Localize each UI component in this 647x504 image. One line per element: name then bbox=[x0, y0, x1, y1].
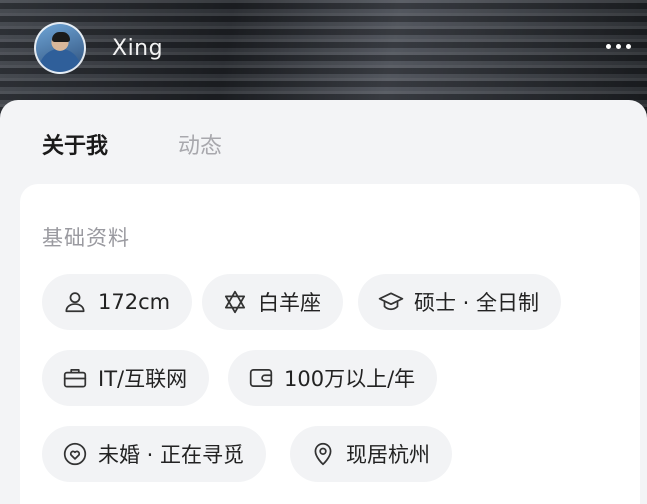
tag-label: 硕士 · 全日制 bbox=[414, 291, 540, 315]
tag-education: 硕士 · 全日制 bbox=[358, 274, 562, 330]
username: Xing bbox=[112, 35, 164, 61]
more-dot bbox=[606, 44, 611, 49]
tag-label: 现居杭州 bbox=[346, 443, 430, 467]
person-icon bbox=[65, 292, 85, 313]
tag-income: 100万以上/年 bbox=[228, 350, 438, 406]
profile-page: Xing 关于我 动态 基础资料 172cm 白羊座 硕士 · 全日制 IT/互… bbox=[0, 0, 647, 504]
heart-icon bbox=[63, 442, 87, 466]
tag-label: IT/互联网 bbox=[98, 367, 188, 391]
tab-about-me[interactable]: 关于我 bbox=[42, 128, 108, 160]
tag-label: 白羊座 bbox=[258, 291, 321, 315]
more-dot bbox=[616, 44, 621, 49]
wallet-icon bbox=[249, 369, 273, 387]
avatar[interactable] bbox=[34, 22, 86, 74]
briefcase-icon bbox=[63, 369, 87, 388]
basic-info-card: 基础资料 172cm 白羊座 硕士 · 全日制 IT/互联网 100万以上/年 … bbox=[20, 184, 640, 504]
tag-industry: IT/互联网 bbox=[42, 350, 210, 406]
profile-sheet: 关于我 动态 基础资料 172cm 白羊座 硕士 · 全日制 IT/互联网 10… bbox=[0, 100, 647, 504]
more-dot bbox=[626, 44, 631, 49]
graduation-cap-icon bbox=[378, 292, 404, 311]
tag-location: 现居杭州 bbox=[290, 426, 452, 482]
tag-label: 100万以上/年 bbox=[284, 367, 416, 391]
location-pin-icon bbox=[314, 442, 332, 466]
tag-height: 172cm bbox=[42, 274, 193, 330]
tag-label: 172cm bbox=[98, 290, 171, 314]
tag-marital-status: 未婚 · 正在寻觅 bbox=[42, 426, 267, 482]
star-of-david-icon bbox=[224, 290, 246, 314]
more-options-icon[interactable] bbox=[606, 44, 631, 49]
user-bar: Xing bbox=[34, 22, 163, 74]
tab-moments[interactable]: 动态 bbox=[178, 128, 222, 160]
tag-zodiac: 白羊座 bbox=[202, 274, 343, 330]
profile-tabs: 关于我 动态 bbox=[42, 128, 222, 160]
tag-label: 未婚 · 正在寻觅 bbox=[98, 443, 245, 467]
section-title: 基础资料 bbox=[42, 226, 130, 250]
